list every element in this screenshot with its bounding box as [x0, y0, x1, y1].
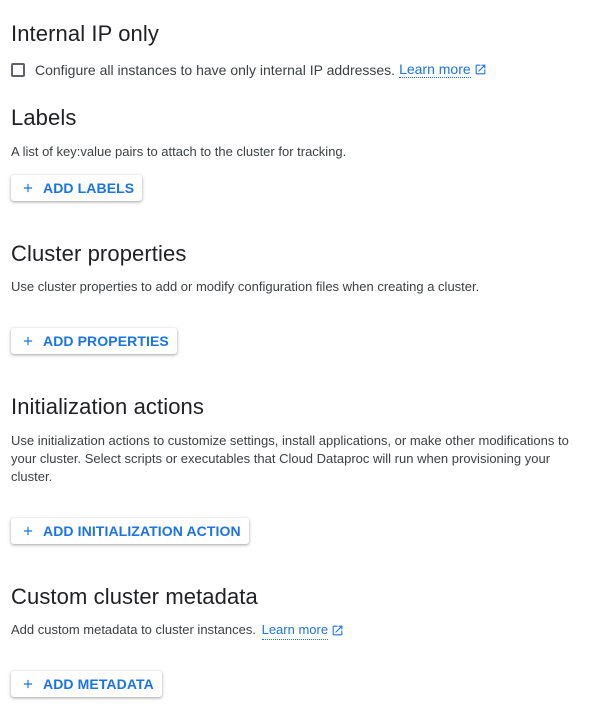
learn-more-link[interactable]: Learn more: [261, 621, 329, 640]
initialization-actions-section: Initialization actions Use initializatio…: [11, 393, 591, 486]
add-labels-label: ADD LABELS: [43, 180, 135, 196]
custom-metadata-description: Add custom metadata to cluster instances…: [11, 622, 256, 637]
custom-metadata-description-row: Add custom metadata to cluster instances…: [11, 621, 591, 640]
internal-ip-learn-more[interactable]: Learn more: [399, 61, 487, 78]
custom-metadata-learn-more[interactable]: Learn more: [261, 621, 344, 640]
plus-icon: [23, 526, 33, 536]
open-in-new-icon: [475, 64, 486, 75]
cluster-properties-section: Cluster properties Use cluster propertie…: [11, 240, 591, 296]
cluster-properties-title: Cluster properties: [11, 241, 187, 266]
plus-icon: [23, 183, 33, 193]
cluster-properties-description: Use cluster properties to add or modify …: [11, 279, 480, 294]
add-properties-label: ADD PROPERTIES: [43, 333, 169, 349]
initialization-actions-title: Initialization actions: [11, 394, 204, 419]
initialization-actions-description: Use initialization actions to customize …: [11, 433, 569, 484]
add-initialization-action-label: ADD INITIALIZATION ACTION: [43, 523, 241, 539]
internal-ip-checkbox-label[interactable]: Configure all instances to have only int…: [35, 62, 395, 78]
labels-section: Labels A list of key:value pairs to atta…: [11, 104, 591, 161]
add-initialization-action-button[interactable]: ADD INITIALIZATION ACTION: [11, 518, 249, 544]
custom-metadata-title: Custom cluster metadata: [11, 584, 258, 609]
learn-more-link[interactable]: Learn more: [399, 61, 471, 78]
open-in-new-icon: [332, 625, 343, 636]
add-metadata-button[interactable]: ADD METADATA: [11, 671, 162, 697]
add-metadata-label: ADD METADATA: [43, 676, 154, 692]
add-properties-button[interactable]: ADD PROPERTIES: [11, 328, 177, 354]
internal-ip-checkbox[interactable]: [11, 62, 25, 77]
internal-ip-section: Internal IP only Configure all instances…: [11, 20, 591, 78]
labels-description: A list of key:value pairs to attach to t…: [11, 144, 347, 159]
plus-icon: [23, 336, 33, 346]
custom-metadata-section: Custom cluster metadata Add custom metad…: [11, 583, 591, 640]
internal-ip-row: Configure all instances to have only int…: [11, 61, 591, 78]
plus-icon: [23, 679, 33, 689]
labels-title: Labels: [11, 105, 77, 130]
add-labels-button[interactable]: ADD LABELS: [11, 175, 143, 201]
internal-ip-title: Internal IP only: [11, 21, 159, 46]
